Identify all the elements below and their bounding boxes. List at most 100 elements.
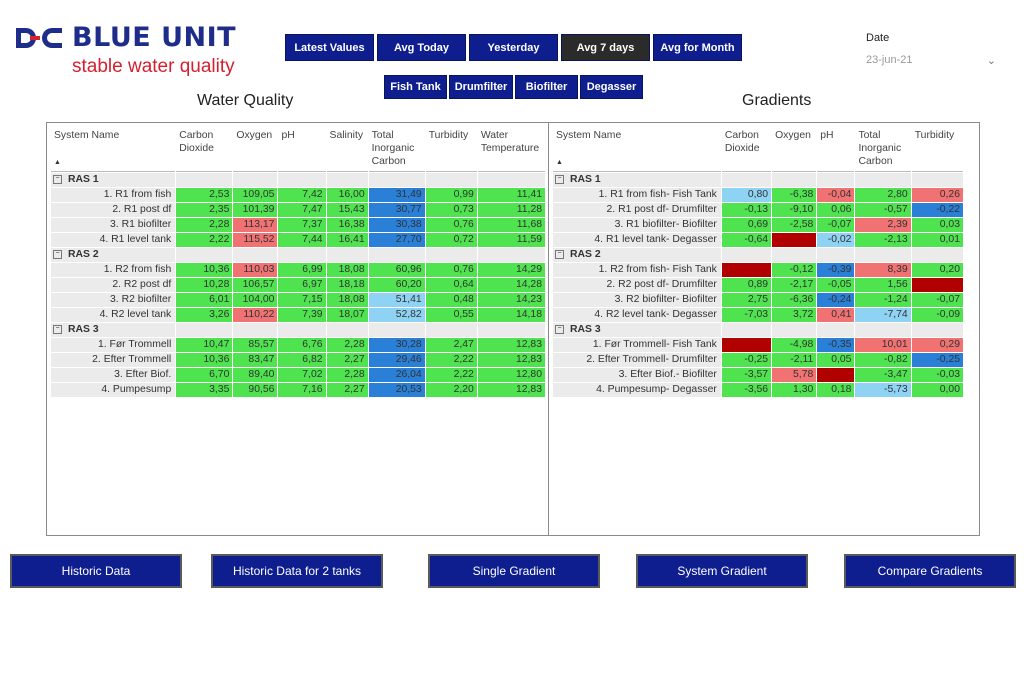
- column-header-salinity[interactable]: Salinity: [326, 127, 368, 172]
- tab-degasser[interactable]: Degasser: [580, 75, 643, 99]
- collapse-icon[interactable]: −: [53, 324, 62, 334]
- value-cell: 0,29: [911, 338, 963, 352]
- collapse-icon[interactable]: −: [53, 174, 62, 184]
- tab-avg-7-days[interactable]: Avg 7 days: [561, 34, 650, 61]
- value-cell: -7,74: [855, 308, 911, 322]
- column-header-system-name[interactable]: System Name ▲: [51, 127, 176, 172]
- value-cell: 1,56: [855, 278, 911, 292]
- value-cell: 10,47: [176, 338, 233, 352]
- column-header-carbon-dioxide[interactable]: Carbon Dioxide: [721, 127, 772, 172]
- value-cell: 0,26: [911, 188, 963, 202]
- value-cell: 11,59: [477, 233, 545, 247]
- value-cell: 89,40: [233, 368, 278, 382]
- collapse-icon[interactable]: −: [555, 324, 564, 334]
- tab-avg-today[interactable]: Avg Today: [377, 34, 466, 61]
- column-header-total-inorganic-carbon[interactable]: Total Inorganic Carbon: [855, 127, 911, 172]
- group-filler-cell: [817, 323, 855, 337]
- column-header-ph[interactable]: pH: [817, 127, 855, 172]
- value-cell: 0,72: [425, 233, 477, 247]
- system-name-cell: 3. R1 biofilter- Biofilter: [553, 218, 721, 232]
- value-cell: 18,08: [326, 263, 368, 277]
- group-label-cell[interactable]: − RAS 2: [51, 248, 176, 262]
- column-header-label: Carbon Dioxide: [724, 130, 760, 154]
- value-cell: 0,89: [721, 278, 772, 292]
- value-cell: 10,36: [176, 263, 233, 277]
- gradients-title: Gradients: [742, 92, 812, 109]
- value-cell: 15,43: [326, 203, 368, 217]
- table-row: 1. Før Trommell- Fish Tank -4,98 -0,35 10,0…: [553, 338, 963, 352]
- value-cell: 106,57: [233, 278, 278, 292]
- tab-latest-values[interactable]: Latest Values: [285, 34, 374, 61]
- group-filler-cell: [721, 323, 772, 337]
- value-cell: 0,20: [911, 263, 963, 277]
- column-header-oxygen[interactable]: Oxygen: [233, 127, 278, 172]
- value-cell: 0,03: [911, 218, 963, 232]
- value-cell: 0,01: [911, 233, 963, 247]
- value-cell: 51,41: [368, 293, 425, 307]
- group-filler-cell: [233, 248, 278, 262]
- value-cell: 60,20: [368, 278, 425, 292]
- column-header-water-temperature[interactable]: Water Temperature: [477, 127, 545, 172]
- group-label-cell[interactable]: − RAS 3: [51, 323, 176, 337]
- column-header-turbidity[interactable]: Turbidity: [911, 127, 963, 172]
- tab-drumfilter[interactable]: Drumfilter: [449, 75, 513, 99]
- group-filler-cell: [855, 323, 911, 337]
- group-label-cell[interactable]: − RAS 2: [553, 248, 721, 262]
- collapse-icon[interactable]: −: [53, 249, 62, 259]
- group-filler-cell: [176, 173, 233, 187]
- column-header-label: Total Inorganic Carbon: [858, 130, 902, 167]
- blue-unit-logo: BLUE UNIT stable water quality: [16, 22, 241, 82]
- table-row: 3. Efter Biof. 6,70 89,40 7,02 2,28 26,04 2,22…: [51, 368, 545, 382]
- table-row: 2. Efter Trommell- Drumfilter -0,25 -2,11 0…: [553, 353, 963, 367]
- collapse-icon[interactable]: −: [555, 174, 564, 184]
- group-label-cell[interactable]: − RAS 1: [51, 173, 176, 187]
- tab-fish-tank[interactable]: Fish Tank: [384, 75, 447, 99]
- column-header-carbon-dioxide[interactable]: Carbon Dioxide: [176, 127, 233, 172]
- value-cell: 113,17: [233, 218, 278, 232]
- group-filler-cell: [278, 248, 326, 262]
- button-historic-data[interactable]: Historic Data: [10, 554, 182, 588]
- column-header-label: System Name: [556, 130, 622, 141]
- column-header-total-inorganic-carbon[interactable]: Total Inorganic Carbon: [368, 127, 425, 172]
- value-cell: 14,29: [477, 263, 545, 277]
- group-name: RAS 1: [570, 174, 601, 185]
- value-cell: 2,53: [176, 188, 233, 202]
- value-cell: 3,35: [176, 383, 233, 397]
- value-cell: 2,22: [176, 233, 233, 247]
- logo-name: BLUE UNIT: [72, 22, 237, 53]
- button-historic-data-for-2-tanks[interactable]: Historic Data for 2 tanks: [211, 554, 383, 588]
- tab-biofilter[interactable]: Biofilter: [515, 75, 578, 99]
- value-cell: 2,20: [425, 383, 477, 397]
- tab-avg-for-month[interactable]: Avg for Month: [653, 34, 742, 61]
- value-cell: [721, 338, 772, 352]
- button-single-gradient[interactable]: Single Gradient: [428, 554, 600, 588]
- value-cell: 0,55: [425, 308, 477, 322]
- column-header-ph[interactable]: pH: [278, 127, 326, 172]
- column-header-turbidity[interactable]: Turbidity: [425, 127, 477, 172]
- date-dropdown[interactable]: 23-jun-21 ⌄: [866, 54, 996, 70]
- value-cell: 2,28: [176, 218, 233, 232]
- group-row: − RAS 3: [553, 323, 963, 337]
- value-cell: [721, 263, 772, 277]
- group-row: − RAS 2: [51, 248, 545, 262]
- value-cell: 0,69: [721, 218, 772, 232]
- button-compare-gradients[interactable]: Compare Gradients: [844, 554, 1016, 588]
- column-header-label: pH: [820, 130, 834, 141]
- value-cell: 110,03: [233, 263, 278, 277]
- value-cell: -6,38: [772, 188, 817, 202]
- table-row: 4. R1 level tank 2,22 115,52 7,44 16,41 27,70…: [51, 233, 545, 247]
- value-cell: 11,68: [477, 218, 545, 232]
- value-cell: -0,05: [817, 278, 855, 292]
- group-filler-cell: [911, 323, 963, 337]
- value-cell: -0,09: [911, 308, 963, 322]
- column-header-label: Oxygen: [236, 130, 273, 141]
- button-system-gradient[interactable]: System Gradient: [636, 554, 808, 588]
- group-label-cell[interactable]: − RAS 3: [553, 323, 721, 337]
- group-label-cell[interactable]: − RAS 1: [553, 173, 721, 187]
- system-name-cell: 4. R2 level tank- Degasser: [553, 308, 721, 322]
- column-header-system-name[interactable]: System Name ▲: [553, 127, 721, 172]
- column-header-oxygen[interactable]: Oxygen: [772, 127, 817, 172]
- tab-yesterday[interactable]: Yesterday: [469, 34, 558, 61]
- table-row: 3. R1 biofilter 2,28 113,17 7,37 16,38 30,38 0…: [51, 218, 545, 232]
- collapse-icon[interactable]: −: [555, 249, 564, 259]
